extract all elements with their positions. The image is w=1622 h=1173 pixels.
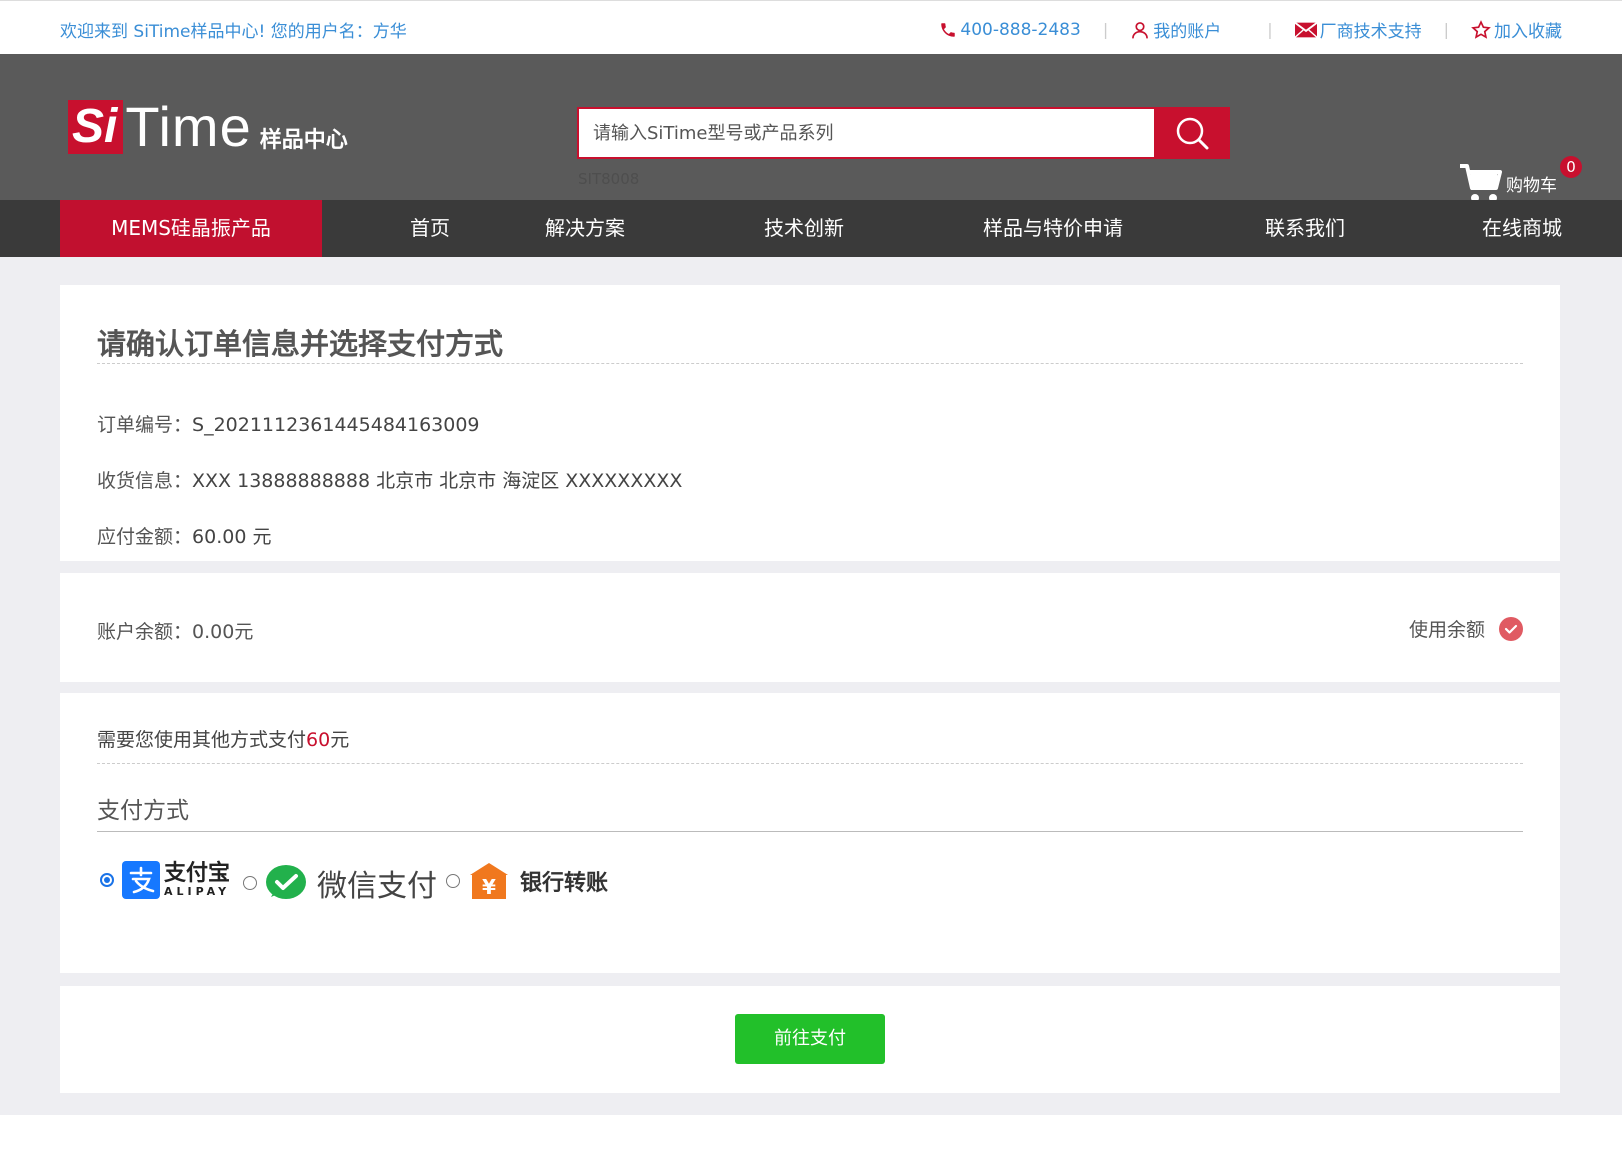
divider xyxy=(97,763,1523,764)
search-hint: SIT8008 xyxy=(578,170,640,188)
amount-row: 应付金额：60.00 元 xyxy=(97,522,271,549)
bank-icon: ¥ xyxy=(468,861,510,901)
search-input[interactable] xyxy=(577,107,1154,159)
pay-option-bank[interactable]: ¥ 银行转账 xyxy=(446,861,608,901)
pay-option-wechat[interactable]: 微信支付 xyxy=(243,861,437,905)
need-pay-prefix: 需要您使用其他方式支付 xyxy=(97,729,307,751)
order-number-value: S_2021112361445484163009 xyxy=(192,414,480,436)
search-button[interactable] xyxy=(1154,107,1230,159)
alipay-label: 支付宝 ALIPAY xyxy=(164,862,230,898)
top-links: 400-888-2483 | 我的账户 | 厂商技术支持 | 加入收藏 xyxy=(939,17,1562,42)
cart-button[interactable]: 购物车 0 xyxy=(1458,156,1582,204)
balance-value: 0.00元 xyxy=(192,621,254,643)
pay-option-alipay[interactable]: 支付宝 ALIPAY xyxy=(100,861,230,899)
amount-value: 60.00 元 xyxy=(192,526,272,548)
divider xyxy=(97,831,1523,832)
balance-row: 账户余额：0.00元 xyxy=(97,617,253,644)
use-balance-toggle[interactable]: 使用余额 xyxy=(1409,615,1523,642)
svg-text:¥: ¥ xyxy=(482,875,496,899)
search-bar xyxy=(577,107,1230,159)
go-pay-button[interactable]: 前往支付 xyxy=(735,1014,885,1064)
nav-online-store[interactable]: 在线商城 xyxy=(1462,200,1582,257)
logo-time: Time xyxy=(125,95,252,158)
need-pay-text: 需要您使用其他方式支付60元 xyxy=(97,725,349,752)
cart-icon xyxy=(1458,162,1502,204)
payment-method-title: 支付方式 xyxy=(97,798,189,824)
separator: | xyxy=(1443,20,1449,39)
check-icon xyxy=(1499,616,1523,641)
my-account-label: 我的账户 xyxy=(1153,22,1222,42)
shipping-value: XXX 13888888888 北京市 北京市 海淀区 XXXXXXXXX xyxy=(192,470,683,492)
header: Si Time 样品中心 购物车 0 xyxy=(0,54,1622,202)
logo-si: Si xyxy=(68,100,124,154)
bank-radio[interactable] xyxy=(446,874,460,888)
phone-number: 400-888-2483 xyxy=(960,19,1081,40)
nav-samples[interactable]: 样品与特价申请 xyxy=(968,200,1138,257)
cart-label: 购物车 xyxy=(1506,175,1557,196)
order-info-card: 请确认订单信息并选择支付方式 订单编号：S_202111236144548416… xyxy=(60,285,1560,561)
nav-innovation[interactable]: 技术创新 xyxy=(744,200,864,257)
divider xyxy=(97,363,1523,364)
wechat-pay-icon xyxy=(265,864,307,902)
amount-label: 应付金额： xyxy=(97,526,193,548)
shipping-label: 收货信息： xyxy=(97,470,193,492)
nav-mems-products[interactable]: MEMS硅晶振产品 xyxy=(60,200,322,257)
submit-card: 前往支付 xyxy=(60,986,1560,1093)
order-number-label: 订单编号： xyxy=(97,414,193,436)
balance-label: 账户余额： xyxy=(97,621,193,643)
need-pay-amount: 60 xyxy=(306,729,331,751)
phone-icon xyxy=(939,21,957,39)
top-bar: 欢迎来到 SiTime样品中心! 您的用户名：方华 400-888-2483 |… xyxy=(0,0,1622,54)
page-title: 请确认订单信息并选择支付方式 xyxy=(97,327,504,361)
support-link[interactable]: 厂商技术支持 xyxy=(1294,17,1422,42)
phone-link[interactable]: 400-888-2483 xyxy=(939,19,1081,40)
logo-subtitle: 样品中心 xyxy=(259,128,348,153)
alipay-icon xyxy=(122,861,160,899)
cart-count-badge: 0 xyxy=(1560,156,1582,178)
sitime-logo[interactable]: Si Time 样品中心 xyxy=(68,95,348,158)
use-balance-label: 使用余额 xyxy=(1408,619,1485,641)
main-nav: MEMS硅晶振产品 首页 解决方案 技术创新 样品与特价申请 联系我们 在线商城 xyxy=(0,200,1622,257)
star-icon xyxy=(1471,19,1491,40)
alipay-en: ALIPAY xyxy=(164,885,231,898)
wechat-radio[interactable] xyxy=(243,876,257,890)
favorite-label: 加入收藏 xyxy=(1494,22,1562,42)
need-pay-suffix: 元 xyxy=(330,729,350,751)
content-area: 请确认订单信息并选择支付方式 订单编号：S_202111236144548416… xyxy=(0,257,1622,1115)
my-account-link[interactable]: 我的账户 xyxy=(1130,17,1221,42)
alipay-cn: 支付宝 xyxy=(164,861,231,886)
wechat-label: 微信支付 xyxy=(317,869,437,904)
nav-home[interactable]: 首页 xyxy=(380,200,480,257)
support-label: 厂商技术支持 xyxy=(1319,22,1422,42)
bank-label: 银行转账 xyxy=(520,871,609,896)
alipay-radio[interactable] xyxy=(100,873,114,887)
shipping-row: 收货信息：XXX 13888888888 北京市 北京市 海淀区 XXXXXXX… xyxy=(97,466,682,493)
balance-card: 账户余额：0.00元 使用余额 xyxy=(60,573,1560,682)
user-icon xyxy=(1130,20,1150,40)
add-favorite-link[interactable]: 加入收藏 xyxy=(1471,17,1562,42)
nav-contact[interactable]: 联系我们 xyxy=(1245,200,1365,257)
mail-icon xyxy=(1294,21,1317,38)
separator: | xyxy=(1102,20,1109,39)
order-number-row: 订单编号：S_2021112361445484163009 xyxy=(97,410,480,437)
separator: | xyxy=(1267,20,1273,39)
search-icon xyxy=(1174,115,1210,151)
nav-solutions[interactable]: 解决方案 xyxy=(525,200,645,257)
payment-card: 需要您使用其他方式支付60元 支付方式 支付宝 ALIPAY 微信支付 ¥ 银行… xyxy=(60,693,1560,973)
welcome-text: 欢迎来到 SiTime样品中心! 您的用户名：方华 xyxy=(60,22,407,42)
